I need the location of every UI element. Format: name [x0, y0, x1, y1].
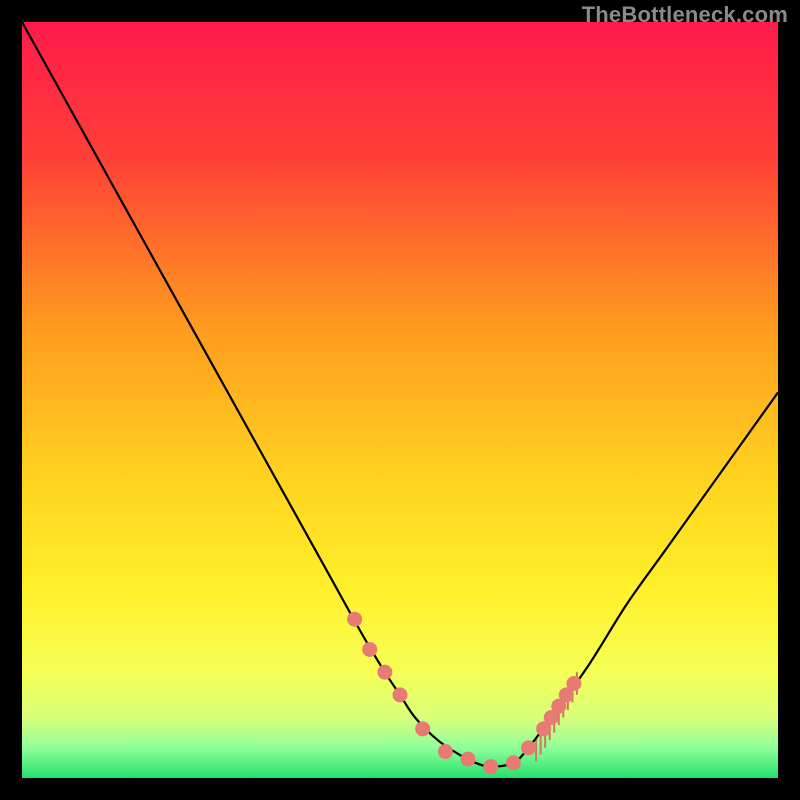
highlight-dot	[347, 612, 362, 627]
outer-frame: TheBottleneck.com	[0, 0, 800, 800]
gradient-background	[22, 22, 778, 778]
highlight-dot	[393, 687, 408, 702]
highlight-dot	[521, 740, 536, 755]
highlight-dot	[506, 755, 521, 770]
highlight-dot	[461, 752, 476, 767]
chart-svg	[22, 22, 778, 778]
highlight-dot	[415, 721, 430, 736]
highlight-dot	[566, 676, 581, 691]
highlight-dot	[483, 759, 498, 774]
highlight-dot	[377, 665, 392, 680]
highlight-dot	[438, 744, 453, 759]
chart-plot-area	[22, 22, 778, 778]
highlight-dot	[362, 642, 377, 657]
